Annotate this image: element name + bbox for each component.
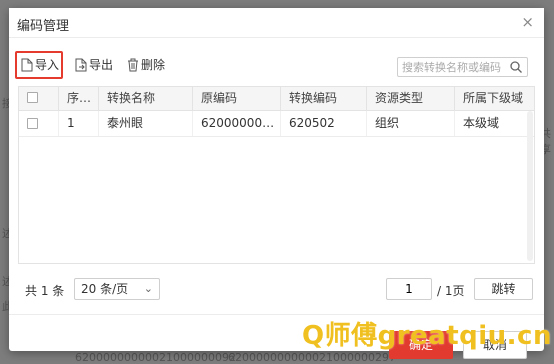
delete-button[interactable]: 删除: [127, 52, 165, 78]
search-box: [397, 57, 528, 77]
dialog-header: 编码管理 ×: [9, 8, 544, 38]
row-source-code: 62000000…: [193, 111, 281, 136]
table-header: 序… 转换名称 原编码 转换编码 资源类型 所属下级域: [19, 87, 534, 111]
export-file-icon: [75, 58, 87, 72]
jump-button[interactable]: 跳转: [474, 278, 533, 300]
column-header-target-code[interactable]: 转换编码: [281, 87, 367, 110]
delete-label: 删除: [141, 58, 166, 72]
page-size-value: 20 条/页: [81, 282, 129, 296]
row-checkbox[interactable]: [27, 118, 38, 129]
row-name: 泰州眼: [99, 111, 193, 136]
close-icon[interactable]: ×: [521, 13, 534, 31]
select-all-cell: [19, 87, 59, 110]
import-button[interactable]: 导入: [15, 51, 63, 79]
background-code: 620000000000021000000297: [228, 351, 396, 364]
page-size-select[interactable]: 20 条/页 ⌄: [74, 278, 160, 300]
trash-icon: [128, 58, 138, 72]
row-target-code: 620502: [281, 111, 367, 136]
import-file-icon: [21, 58, 33, 72]
pagination: 共 1 条 20 条/页 ⌄ / 1页 跳转: [25, 278, 533, 302]
search-input[interactable]: [398, 58, 514, 76]
column-header-name[interactable]: 转换名称: [99, 87, 193, 110]
watermark-text: Q师傅greatqiu.cn: [302, 321, 552, 351]
page-total: / 1页: [437, 284, 465, 298]
export-label: 导出: [89, 58, 114, 72]
page-number-input[interactable]: [386, 278, 432, 300]
dialog-title: 编码管理: [17, 19, 70, 34]
column-header-index[interactable]: 序…: [59, 87, 99, 110]
import-label: 导入: [35, 58, 60, 72]
background-code: 62000000000021000000092: [75, 351, 236, 364]
vertical-scrollbar[interactable]: [527, 111, 533, 261]
row-domain: 本级域: [463, 116, 500, 130]
chevron-down-icon: ⌄: [143, 282, 153, 295]
export-button[interactable]: 导出: [75, 52, 113, 78]
total-count: 共 1 条: [25, 284, 65, 298]
column-header-resource-type[interactable]: 资源类型: [367, 87, 455, 110]
search-icon[interactable]: [509, 60, 523, 74]
table-row[interactable]: 1 泰州眼 62000000… 620502 组织 本级域: [19, 111, 534, 137]
select-all-checkbox[interactable]: [27, 92, 38, 103]
code-management-dialog: 编码管理 × 导入 导出 删除 序… 转换名称 原编码 转换编码 资源类型: [9, 8, 544, 359]
row-index: 1: [59, 111, 99, 136]
row-select-cell: [19, 111, 59, 136]
code-table: 序… 转换名称 原编码 转换编码 资源类型 所属下级域 1 泰州眼 620000…: [18, 86, 535, 264]
row-resource-type: 组织: [367, 111, 455, 136]
column-header-source-code[interactable]: 原编码: [193, 87, 281, 110]
column-header-domain[interactable]: 所属下级域: [455, 87, 534, 110]
